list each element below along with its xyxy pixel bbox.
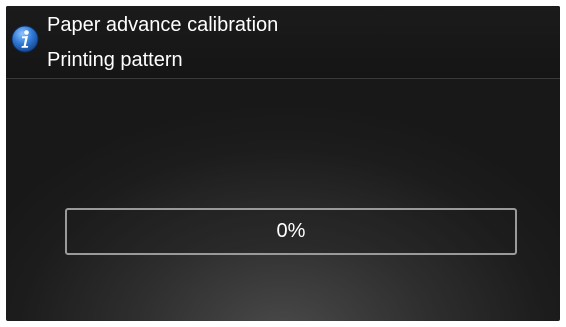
info-icon xyxy=(11,25,39,53)
page-title: Paper advance calibration xyxy=(47,14,279,36)
header-bar: Paper advance calibration Printing patte… xyxy=(6,6,560,79)
progress-percentage: 0% xyxy=(276,220,306,242)
status-message: Printing pattern xyxy=(47,49,183,71)
printer-screen: Paper advance calibration Printing patte… xyxy=(6,6,560,321)
progress-bar: 0% xyxy=(65,208,517,255)
